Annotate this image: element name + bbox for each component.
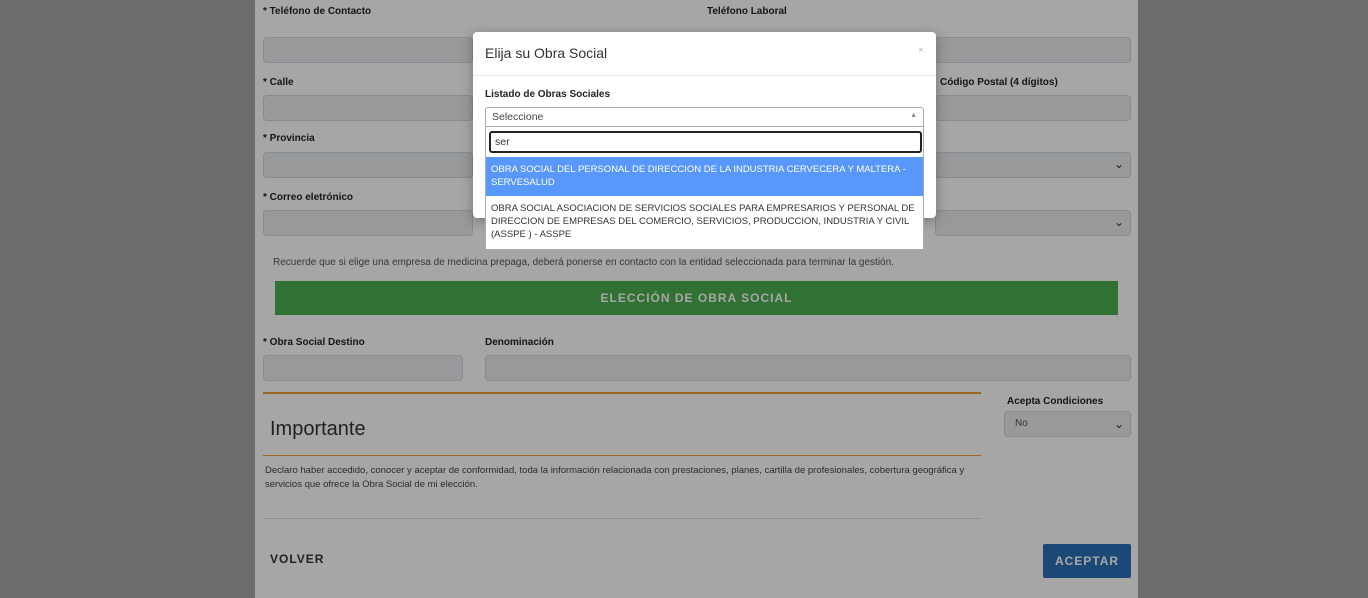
modal-header: Elija su Obra Social × — [473, 32, 936, 76]
modal-title: Elija su Obra Social — [485, 45, 608, 61]
search-input[interactable]: ser — [489, 131, 922, 153]
obra-social-select[interactable]: Seleccione ▲ — [485, 107, 924, 127]
listado-label: Listado de Obras Sociales — [485, 89, 611, 100]
select-value: Seleccione — [492, 111, 544, 123]
search-value: ser — [495, 136, 510, 148]
caret-up-icon: ▲ — [910, 112, 917, 119]
dropdown-option[interactable]: OBRA SOCIAL ASOCIACION DE SERVICIOS SOCI… — [486, 196, 923, 248]
select-dropdown: ser OBRA SOCIAL DEL PERSONAL DE DIRECCIO… — [485, 127, 924, 250]
close-icon[interactable]: × — [918, 45, 924, 56]
dropdown-option[interactable]: OBRA SOCIAL DEL PERSONAL DE DIRECCION DE… — [486, 157, 923, 196]
